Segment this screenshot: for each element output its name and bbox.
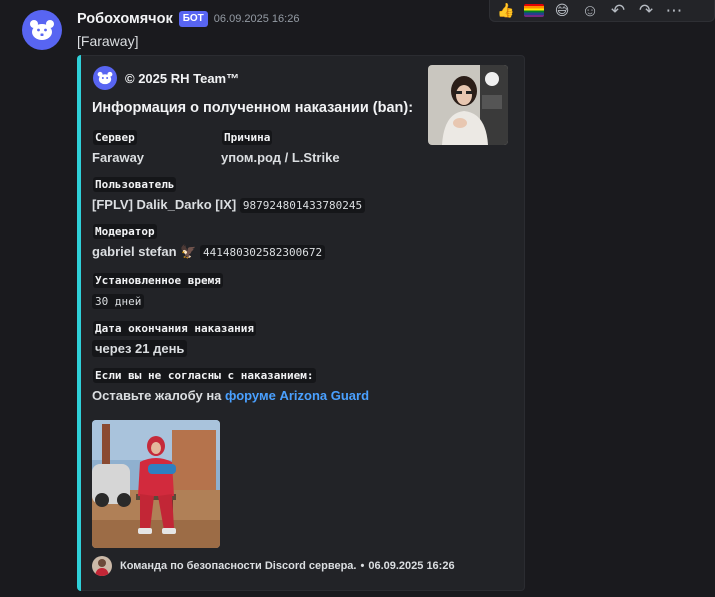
more-icon[interactable]: ⋯ (664, 1, 684, 20)
hamster-icon (93, 66, 117, 90)
message-toolbar: 👍 😅 ☺ ↶ ↷ ⋯ (489, 0, 715, 22)
arizona-guard-link[interactable]: форуме Arizona Guard (225, 388, 369, 403)
field-reason-name: Причина (222, 130, 273, 145)
person-photo-icon (428, 65, 508, 145)
field-user-name: Пользователь (93, 177, 177, 192)
rainbow-flag-icon[interactable] (524, 2, 544, 20)
footer-text: Команда по безопасности Discord сервера. (120, 560, 357, 572)
end-date-timestamp[interactable]: через 21 день (92, 340, 188, 357)
field-moderator-value: gabriel stefan 🦅 441480302582300672 (92, 244, 326, 260)
field-appeal-name: Если вы не согласны с наказанием: (93, 368, 316, 383)
embed-image[interactable] (92, 420, 220, 548)
thumbs-up-icon[interactable]: 👍 (496, 2, 516, 20)
field-end-value: через 21 день (92, 340, 188, 357)
embed-thumbnail[interactable] (428, 65, 508, 145)
embed-author: © 2025 RH Team™ (93, 66, 239, 90)
embed-title: Информация о полученном наказании (ban): (92, 100, 414, 116)
field-appeal-value: Оставьте жалобу на форуме Arizona Guard (92, 388, 370, 403)
embed-author-name: © 2025 RH Team™ (125, 70, 240, 86)
field-duration-value: 30 дней (92, 293, 145, 309)
message-header: Робохомячок БОТ 06.09.2025 16:26 (77, 11, 299, 27)
bot-avatar[interactable] (22, 10, 62, 50)
forward-icon[interactable]: ↷ (636, 1, 656, 20)
message: Робохомячок БОТ 06.09.2025 16:26 [Farawa… (0, 0, 715, 597)
duration-code[interactable]: 30 дней (92, 294, 145, 309)
field-reason-value: упом.род / L.Strike (221, 150, 340, 165)
message-content: [Faraway] (77, 33, 139, 49)
field-server-name: Сервер (93, 130, 137, 145)
message-timestamp[interactable]: 06.09.2025 16:26 (214, 13, 300, 25)
field-end-name: Дата окончания наказания (93, 321, 256, 336)
character-photo-icon (92, 420, 220, 548)
bot-badge: БОТ (178, 11, 208, 27)
field-user-value: [FPLV] Dalik_Darko [IX] 9879248014337802… (92, 197, 366, 213)
embed-footer: Команда по безопасности Discord сервера.… (92, 556, 455, 576)
username[interactable]: Робохомячок (77, 11, 173, 27)
field-duration-name: Установленное время (93, 273, 223, 288)
footer-separator: • (360, 560, 365, 572)
add-reaction-icon[interactable]: ☺ (580, 1, 600, 20)
footer-timestamp: 06.09.2025 16:26 (368, 560, 455, 572)
hamster-icon (30, 20, 54, 40)
embed: © 2025 RH Team™ Информация о полученном … (77, 55, 525, 591)
field-server-value: Faraway (92, 150, 145, 165)
reply-icon[interactable]: ↶ (608, 1, 628, 20)
grinning-sweat-icon[interactable]: 😅 (552, 2, 572, 20)
field-moderator-name: Модератор (93, 224, 157, 239)
user-id-code[interactable]: 987924801433780245 (239, 198, 366, 213)
moderator-id-code[interactable]: 441480302582300672 (199, 245, 326, 260)
embed-accent-bar (77, 55, 81, 591)
footer-avatar (92, 556, 112, 576)
